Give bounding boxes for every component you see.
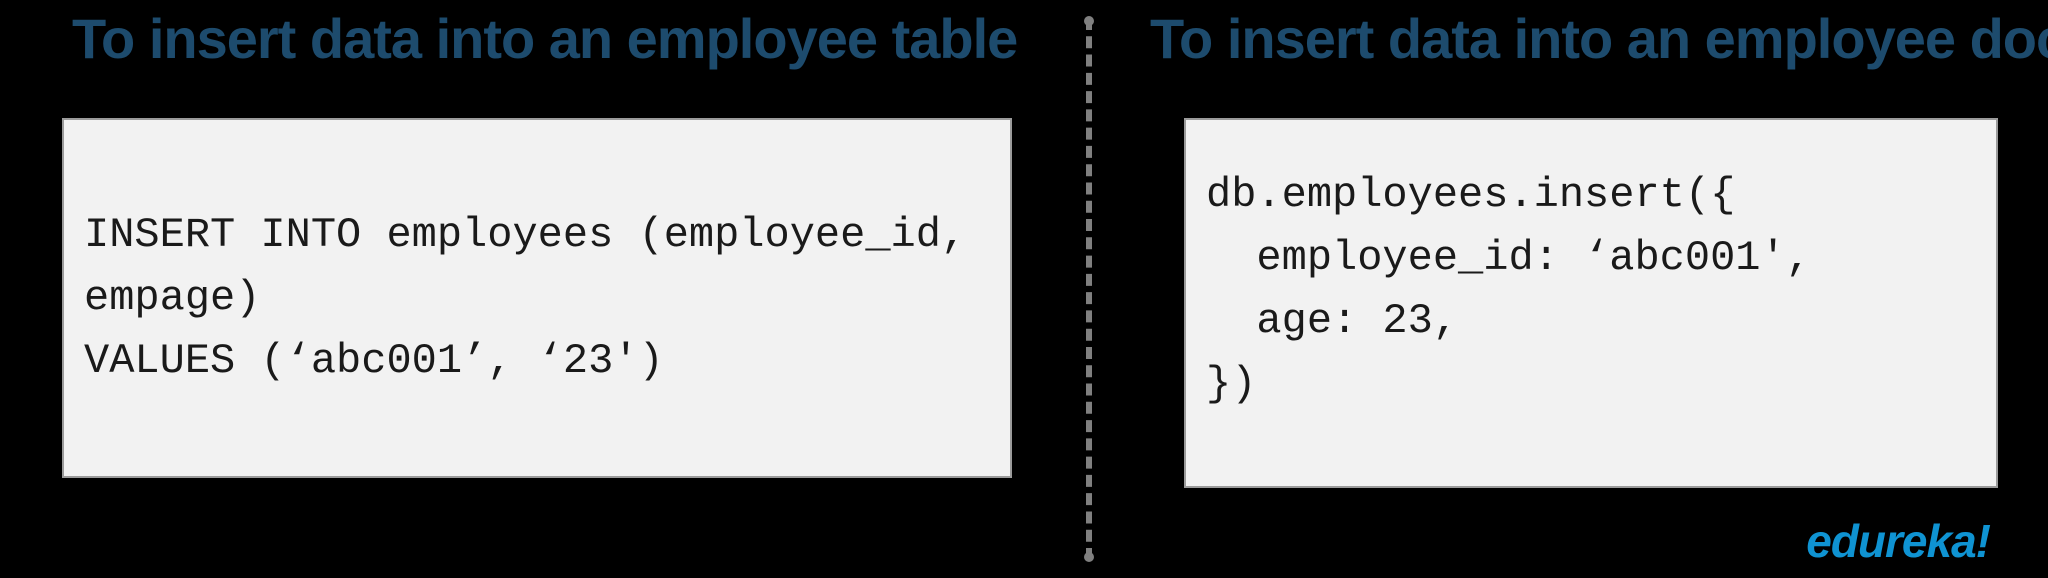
heading-left: To insert data into an employee table: [72, 6, 1017, 71]
code-box-mongo: db.employees.insert({ employee_id: ‘abc0…: [1184, 118, 1998, 488]
heading-right: To insert data into an employee document: [1150, 6, 2048, 71]
slide: To insert data into an employee table To…: [0, 0, 2048, 578]
code-sql: INSERT INTO employees (employee_id, empa…: [84, 204, 966, 393]
vertical-divider: [1086, 18, 1092, 560]
brand-logo: edureka!: [1806, 514, 1990, 568]
code-box-sql: INSERT INTO employees (employee_id, empa…: [62, 118, 1012, 478]
code-mongo: db.employees.insert({ employee_id: ‘abc0…: [1206, 164, 1811, 416]
